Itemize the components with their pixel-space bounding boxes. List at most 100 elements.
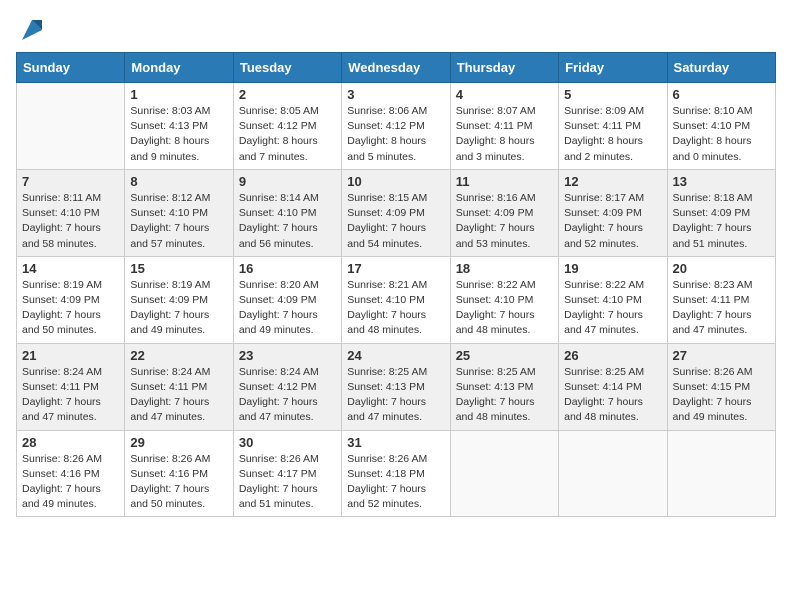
calendar-cell: 3 Sunrise: 8:06 AMSunset: 4:12 PMDaylight… bbox=[342, 83, 450, 170]
calendar-cell: 5 Sunrise: 8:09 AMSunset: 4:11 PMDaylight… bbox=[559, 83, 667, 170]
day-info: Sunrise: 8:17 AMSunset: 4:09 PMDaylight:… bbox=[564, 191, 661, 252]
calendar-cell: 15 Sunrise: 8:19 AMSunset: 4:09 PMDayligh… bbox=[125, 256, 233, 343]
calendar-cell: 27 Sunrise: 8:26 AMSunset: 4:15 PMDayligh… bbox=[667, 343, 775, 430]
day-number: 19 bbox=[564, 261, 661, 276]
day-number: 29 bbox=[130, 435, 227, 450]
calendar-cell: 28 Sunrise: 8:26 AMSunset: 4:16 PMDayligh… bbox=[17, 430, 125, 517]
day-info: Sunrise: 8:20 AMSunset: 4:09 PMDaylight:… bbox=[239, 278, 336, 339]
calendar-cell: 9 Sunrise: 8:14 AMSunset: 4:10 PMDaylight… bbox=[233, 169, 341, 256]
calendar-cell: 31 Sunrise: 8:26 AMSunset: 4:18 PMDayligh… bbox=[342, 430, 450, 517]
calendar-cell: 17Sunrise: 8:21 AMSunset: 4:10 PMDayligh… bbox=[342, 256, 450, 343]
day-info: Sunrise: 8:15 AMSunset: 4:09 PMDaylight:… bbox=[347, 191, 444, 252]
calendar-cell: 12Sunrise: 8:17 AMSunset: 4:09 PMDayligh… bbox=[559, 169, 667, 256]
calendar-cell: 22Sunrise: 8:24 AMSunset: 4:11 PMDayligh… bbox=[125, 343, 233, 430]
day-info: Sunrise: 8:26 AMSunset: 4:18 PMDaylight:… bbox=[347, 452, 444, 513]
day-number: 14 bbox=[22, 261, 119, 276]
calendar-cell: 24 Sunrise: 8:25 AMSunset: 4:13 PMDayligh… bbox=[342, 343, 450, 430]
calendar-cell: 21 Sunrise: 8:24 AMSunset: 4:11 PMDayligh… bbox=[17, 343, 125, 430]
page-header bbox=[16, 16, 776, 44]
calendar-cell: 25 Sunrise: 8:25 AMSunset: 4:13 PMDayligh… bbox=[450, 343, 558, 430]
day-info: Sunrise: 8:24 AMSunset: 4:12 PMDaylight:… bbox=[239, 365, 336, 426]
day-number: 26 bbox=[564, 348, 661, 363]
calendar-cell bbox=[559, 430, 667, 517]
day-info: Sunrise: 8:25 AMSunset: 4:14 PMDaylight:… bbox=[564, 365, 661, 426]
calendar-cell: 14Sunrise: 8:19 AMSunset: 4:09 PMDayligh… bbox=[17, 256, 125, 343]
day-info: Sunrise: 8:26 AMSunset: 4:16 PMDaylight:… bbox=[22, 452, 119, 513]
day-number: 9 bbox=[239, 174, 336, 189]
calendar-cell: 1 Sunrise: 8:03 AMSunset: 4:13 PMDaylight… bbox=[125, 83, 233, 170]
day-number: 21 bbox=[22, 348, 119, 363]
day-info: Sunrise: 8:22 AMSunset: 4:10 PMDaylight:… bbox=[456, 278, 553, 339]
calendar-cell: 8 Sunrise: 8:12 AMSunset: 4:10 PMDaylight… bbox=[125, 169, 233, 256]
day-number: 27 bbox=[673, 348, 770, 363]
weekday-header-sunday: Sunday bbox=[17, 53, 125, 83]
day-number: 18 bbox=[456, 261, 553, 276]
day-info: Sunrise: 8:26 AMSunset: 4:16 PMDaylight:… bbox=[130, 452, 227, 513]
calendar-week-5: 28 Sunrise: 8:26 AMSunset: 4:16 PMDayligh… bbox=[17, 430, 776, 517]
day-info: Sunrise: 8:14 AMSunset: 4:10 PMDaylight:… bbox=[239, 191, 336, 252]
day-info: Sunrise: 8:06 AMSunset: 4:12 PMDaylight:… bbox=[347, 104, 444, 165]
day-info: Sunrise: 8:10 AMSunset: 4:10 PMDaylight:… bbox=[673, 104, 770, 165]
day-number: 25 bbox=[456, 348, 553, 363]
day-number: 2 bbox=[239, 87, 336, 102]
day-number: 16 bbox=[239, 261, 336, 276]
day-number: 24 bbox=[347, 348, 444, 363]
calendar-cell: 23 Sunrise: 8:24 AMSunset: 4:12 PMDayligh… bbox=[233, 343, 341, 430]
day-number: 10 bbox=[347, 174, 444, 189]
day-info: Sunrise: 8:05 AMSunset: 4:12 PMDaylight:… bbox=[239, 104, 336, 165]
day-info: Sunrise: 8:11 AMSunset: 4:10 PMDaylight:… bbox=[22, 191, 119, 252]
calendar-cell: 19 Sunrise: 8:22 AMSunset: 4:10 PMDayligh… bbox=[559, 256, 667, 343]
calendar-week-2: 7 Sunrise: 8:11 AMSunset: 4:10 PMDaylight… bbox=[17, 169, 776, 256]
weekday-header-friday: Friday bbox=[559, 53, 667, 83]
calendar-cell: 2 Sunrise: 8:05 AMSunset: 4:12 PMDaylight… bbox=[233, 83, 341, 170]
day-info: Sunrise: 8:22 AMSunset: 4:10 PMDaylight:… bbox=[564, 278, 661, 339]
calendar-table: SundayMondayTuesdayWednesdayThursdayFrid… bbox=[16, 52, 776, 517]
day-number: 4 bbox=[456, 87, 553, 102]
weekday-header-thursday: Thursday bbox=[450, 53, 558, 83]
weekday-header-wednesday: Wednesday bbox=[342, 53, 450, 83]
calendar-week-3: 14 Sunrise: 8:19 AMSunset: 4:09 PMDayligh… bbox=[17, 256, 776, 343]
day-info: Sunrise: 8:03 AMSunset: 4:13 PMDaylight:… bbox=[130, 104, 227, 165]
day-info: Sunrise: 8:07 AMSunset: 4:11 PMDaylight:… bbox=[456, 104, 553, 165]
day-info: Sunrise: 8:26 AMSunset: 4:15 PMDaylight:… bbox=[673, 365, 770, 426]
day-info: Sunrise: 8:16 AMSunset: 4:09 PMDaylight:… bbox=[456, 191, 553, 252]
weekday-header-tuesday: Tuesday bbox=[233, 53, 341, 83]
day-number: 6 bbox=[673, 87, 770, 102]
day-number: 3 bbox=[347, 87, 444, 102]
weekday-header-monday: Monday bbox=[125, 53, 233, 83]
day-info: Sunrise: 8:09 AMSunset: 4:11 PMDaylight:… bbox=[564, 104, 661, 165]
calendar-cell: 20 Sunrise: 8:23 AMSunset: 4:11 PMDayligh… bbox=[667, 256, 775, 343]
day-number: 31 bbox=[347, 435, 444, 450]
day-number: 8 bbox=[130, 174, 227, 189]
day-number: 1 bbox=[130, 87, 227, 102]
day-info: Sunrise: 8:23 AMSunset: 4:11 PMDaylight:… bbox=[673, 278, 770, 339]
day-info: Sunrise: 8:25 AMSunset: 4:13 PMDaylight:… bbox=[347, 365, 444, 426]
calendar-cell: 11 Sunrise: 8:16 AMSunset: 4:09 PMDayligh… bbox=[450, 169, 558, 256]
calendar-cell bbox=[667, 430, 775, 517]
calendar-week-1: 1 Sunrise: 8:03 AMSunset: 4:13 PMDaylight… bbox=[17, 83, 776, 170]
calendar-cell: 6 Sunrise: 8:10 AMSunset: 4:10 PMDaylight… bbox=[667, 83, 775, 170]
day-info: Sunrise: 8:25 AMSunset: 4:13 PMDaylight:… bbox=[456, 365, 553, 426]
day-info: Sunrise: 8:18 AMSunset: 4:09 PMDaylight:… bbox=[673, 191, 770, 252]
day-info: Sunrise: 8:21 AMSunset: 4:10 PMDaylight:… bbox=[347, 278, 444, 339]
day-number: 23 bbox=[239, 348, 336, 363]
calendar-cell: 10 Sunrise: 8:15 AMSunset: 4:09 PMDayligh… bbox=[342, 169, 450, 256]
day-number: 15 bbox=[130, 261, 227, 276]
day-number: 30 bbox=[239, 435, 336, 450]
day-info: Sunrise: 8:24 AMSunset: 4:11 PMDaylight:… bbox=[22, 365, 119, 426]
day-number: 11 bbox=[456, 174, 553, 189]
calendar-week-4: 21 Sunrise: 8:24 AMSunset: 4:11 PMDayligh… bbox=[17, 343, 776, 430]
day-info: Sunrise: 8:12 AMSunset: 4:10 PMDaylight:… bbox=[130, 191, 227, 252]
day-number: 13 bbox=[673, 174, 770, 189]
day-number: 22 bbox=[130, 348, 227, 363]
day-number: 28 bbox=[22, 435, 119, 450]
calendar-cell: 16 Sunrise: 8:20 AMSunset: 4:09 PMDayligh… bbox=[233, 256, 341, 343]
day-number: 5 bbox=[564, 87, 661, 102]
day-number: 20 bbox=[673, 261, 770, 276]
calendar-cell: 4 Sunrise: 8:07 AMSunset: 4:11 PMDaylight… bbox=[450, 83, 558, 170]
day-number: 7 bbox=[22, 174, 119, 189]
calendar-cell: 29 Sunrise: 8:26 AMSunset: 4:16 PMDayligh… bbox=[125, 430, 233, 517]
calendar-cell: 18 Sunrise: 8:22 AMSunset: 4:10 PMDayligh… bbox=[450, 256, 558, 343]
day-info: Sunrise: 8:19 AMSunset: 4:09 PMDaylight:… bbox=[130, 278, 227, 339]
calendar-cell bbox=[450, 430, 558, 517]
